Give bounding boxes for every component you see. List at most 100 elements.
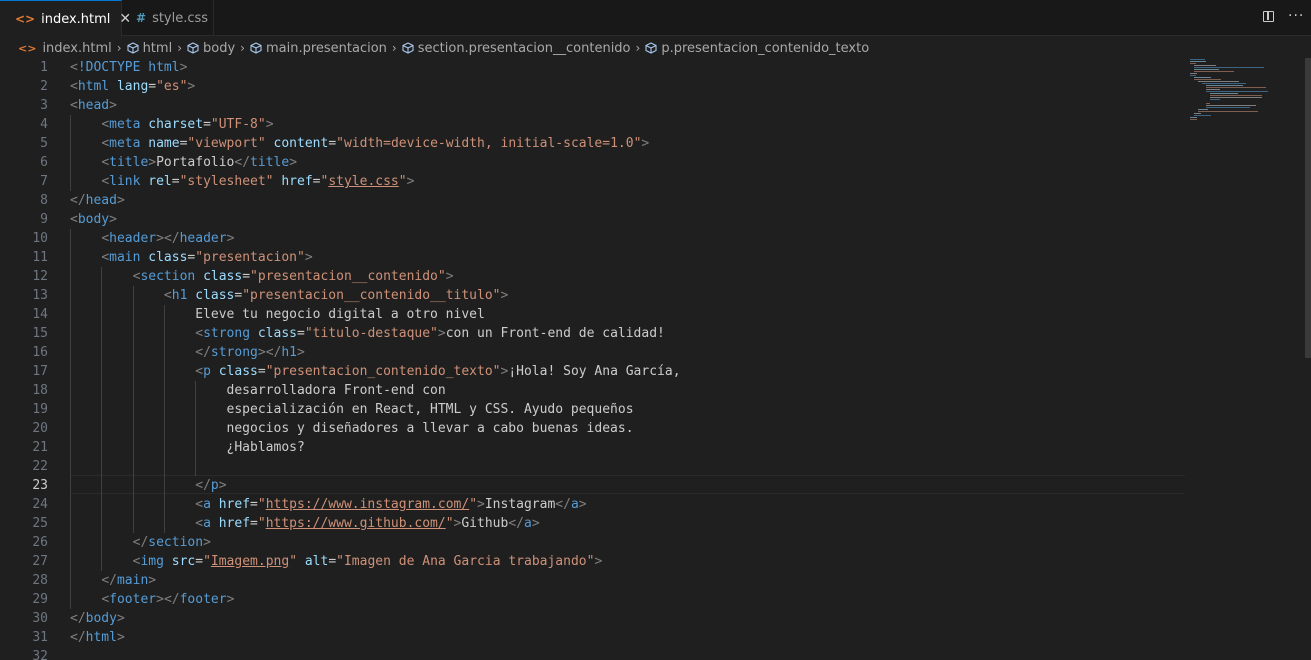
line-number: 5 — [40, 136, 48, 151]
chevron-right-icon: › — [240, 41, 245, 55]
minimap-line — [1206, 107, 1250, 108]
line-number: 26 — [32, 535, 48, 550]
symbol-icon — [127, 42, 139, 54]
minimap-line — [1194, 115, 1211, 116]
code-line[interactable]: negocios y diseñadores a llevar a cabo b… — [70, 419, 634, 438]
code-editor[interactable]: 1 2 3 4 5 6 7 8 9 10 11 12 13 14 15 16 17 18 19 20 21 22 23 24 2… — [0, 58, 1311, 660]
breadcrumb-item-body[interactable]: body — [187, 41, 235, 56]
code-line[interactable]: </html> — [70, 628, 125, 647]
breadcrumb-label: body — [203, 40, 236, 56]
code-line[interactable]: <img src="Imagem.png" alt="Imagen de Ana… — [70, 552, 603, 571]
minimap-line — [1194, 77, 1211, 78]
code-line[interactable]: </head> — [70, 191, 125, 210]
minimap-line — [1210, 95, 1262, 96]
breadcrumb-item-main[interactable]: main.presentacion — [250, 41, 387, 56]
minimap-line — [1190, 117, 1197, 118]
code-line[interactable]: <footer></footer> — [70, 590, 234, 609]
split-editor-icon[interactable] — [1263, 11, 1274, 22]
code-line[interactable]: especialización en React, HTML y CSS. Ay… — [70, 400, 634, 419]
code-line[interactable]: <!DOCTYPE html> — [70, 58, 187, 77]
minimap-line — [1194, 65, 1216, 66]
vertical-scrollbar[interactable] — [1305, 58, 1311, 358]
code-line[interactable]: <strong class="titulo-destaque">con un F… — [70, 324, 665, 343]
minimap-line — [1202, 83, 1246, 84]
code-line[interactable]: <link rel="stylesheet" href="style.css"> — [70, 172, 414, 191]
code-line[interactable]: <h1 class="presentacion__contenido__titu… — [70, 286, 508, 305]
minimap-line — [1206, 89, 1220, 90]
line-number: 27 — [32, 554, 48, 569]
line-number: 11 — [32, 250, 48, 265]
tab-style-css[interactable]: # style.css — [122, 0, 214, 36]
line-number: 1 — [40, 60, 48, 75]
line-number: 18 — [32, 383, 48, 398]
minimap-line — [1198, 111, 1258, 112]
minimap-line — [1190, 73, 1197, 74]
html-file-icon: <> — [18, 42, 37, 55]
tab-label: index.html — [41, 11, 111, 27]
breadcrumb-item-section[interactable]: section.presentacion__contenido — [402, 41, 631, 56]
minimap-line — [1194, 71, 1234, 72]
code-line[interactable]: <a href="https://www.instagram.com/">Ins… — [70, 495, 586, 514]
minimap-line — [1190, 119, 1197, 120]
minimap-line — [1194, 79, 1221, 80]
line-number: 3 — [40, 98, 48, 113]
code-line[interactable]: </body> — [70, 609, 125, 628]
code-line[interactable]: <a href="https://www.github.com/">Github… — [70, 514, 539, 533]
breadcrumb-item-file[interactable]: <> index.html — [18, 41, 112, 56]
code-line[interactable]: </main> — [70, 571, 156, 590]
line-number: 14 — [32, 307, 48, 322]
line-number: 32 — [32, 649, 48, 660]
code-line[interactable]: </section> — [70, 533, 211, 552]
minimap-line — [1210, 93, 1238, 94]
code-line[interactable]: <meta name="viewport" content="width=dev… — [70, 134, 649, 153]
symbol-icon — [187, 42, 199, 54]
css-icon: # — [136, 11, 147, 25]
line-number: 8 — [40, 193, 48, 208]
code-line[interactable]: <head> — [70, 96, 117, 115]
code-line[interactable]: </strong></h1> — [70, 343, 305, 362]
line-number: 28 — [32, 573, 48, 588]
code-line[interactable]: <meta charset="UTF-8"> — [70, 115, 273, 134]
code-line[interactable]: </p> — [70, 476, 226, 495]
code-line[interactable]: ¿Hablamos? — [70, 438, 305, 457]
minimap-line — [1190, 75, 1196, 76]
breadcrumb-item-p[interactable]: p.presentacion_contenido_texto — [645, 41, 869, 56]
line-number: 10 — [32, 231, 48, 246]
minimap-line — [1198, 81, 1239, 82]
code-line[interactable]: <html lang="es"> — [70, 77, 195, 96]
breadcrumb-item-html[interactable]: html — [127, 40, 173, 56]
minimap-line — [1206, 105, 1256, 106]
chevron-right-icon: › — [635, 41, 641, 55]
line-number: 13 — [32, 288, 48, 303]
code-line[interactable]: <section class="presentacion__contenido"… — [70, 267, 454, 286]
line-number: 21 — [32, 440, 48, 455]
tab-index-html[interactable]: <> index.html ✕ — [0, 0, 131, 37]
line-number: 24 — [32, 497, 48, 512]
minimap-line — [1206, 103, 1210, 104]
line-number: 22 — [32, 459, 48, 474]
current-line-highlight — [70, 475, 1185, 494]
html-icon: <> — [15, 12, 36, 26]
breadcrumb-label: main.presentacion — [265, 40, 387, 56]
code-line[interactable]: desarrolladora Front-end con — [70, 381, 446, 400]
line-number: 16 — [32, 345, 48, 360]
code-line[interactable]: <header></header> — [70, 229, 234, 248]
code-line[interactable]: <main class="presentacion"> — [70, 248, 312, 267]
line-number: 23 — [32, 478, 48, 493]
minimap-line — [1190, 61, 1206, 62]
line-number: 4 — [40, 117, 48, 132]
minimap-line — [1206, 91, 1268, 92]
minimap[interactable] — [1190, 58, 1280, 120]
line-number: 20 — [32, 421, 48, 436]
line-number: 25 — [32, 516, 48, 531]
minimap-line — [1198, 109, 1208, 110]
breadcrumb-label: html — [142, 40, 173, 56]
minimap-line — [1194, 113, 1201, 114]
code-line[interactable]: Eleve tu negocio digital a otro nivel — [70, 305, 485, 324]
code-line[interactable]: <body> — [70, 210, 117, 229]
code-line[interactable]: <p class="presentacion_contenido_texto">… — [70, 362, 680, 381]
code-line[interactable]: <title>Portafolio</title> — [70, 153, 297, 172]
more-actions-icon[interactable]: ··· — [1288, 9, 1304, 23]
minimap-line — [1206, 87, 1266, 88]
line-number: 15 — [32, 326, 48, 341]
